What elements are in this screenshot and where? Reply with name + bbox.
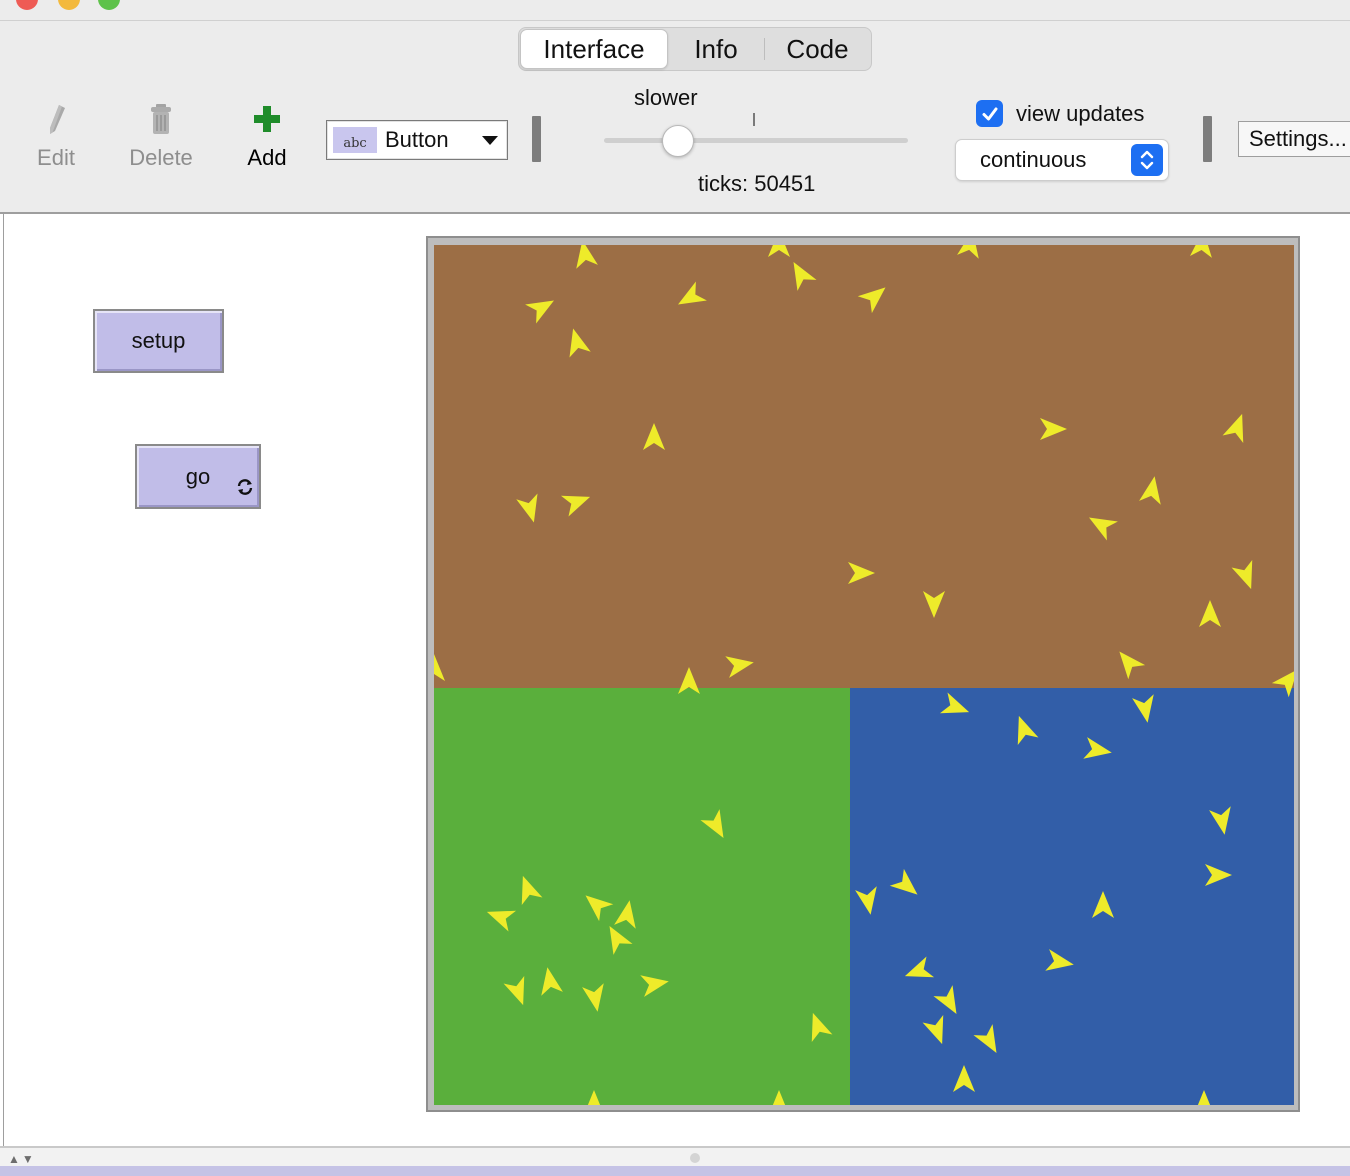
plus-icon (222, 101, 312, 137)
toolbar-separator (532, 116, 541, 162)
tab-code[interactable]: Code (765, 29, 870, 69)
split-arrows-icon[interactable]: ▲▼ (8, 1152, 36, 1166)
command-center-strip (0, 1166, 1350, 1176)
speed-slider-center-tick (753, 113, 755, 126)
widget-type-value: Button (385, 127, 449, 152)
select-stepper-icon (1131, 144, 1163, 176)
edit-label: Edit (37, 145, 75, 170)
green-region (434, 688, 850, 1105)
widget-type-dropdown[interactable]: abc Button (326, 120, 508, 160)
add-button[interactable]: Add (222, 101, 312, 171)
minimize-window-button[interactable] (58, 0, 80, 10)
toolbar: Interface Info Code Edit Delete Add abc … (0, 21, 1350, 214)
button-widget-icon: abc (333, 127, 377, 153)
go-button-label: go (185, 463, 211, 489)
delete-button[interactable]: Delete (116, 101, 206, 171)
brown-region (434, 245, 1294, 688)
blue-region (850, 688, 1294, 1105)
view-updates-label: view updates (1016, 101, 1145, 126)
speed-slider-thumb[interactable] (661, 125, 694, 157)
go-button[interactable]: go (135, 444, 261, 509)
setup-button-label: setup (131, 328, 186, 353)
resize-handle[interactable] (690, 1153, 700, 1163)
delete-label: Delete (129, 145, 193, 170)
forever-loop-icon (237, 475, 253, 501)
tab-bar: Interface Info Code (518, 27, 872, 71)
toolbar-separator (1203, 116, 1212, 162)
window-title-bar (0, 0, 1350, 21)
view-updates-checkbox[interactable] (976, 100, 1003, 127)
edit-button[interactable]: Edit (11, 101, 101, 171)
command-center-divider[interactable]: ▲▼ (0, 1146, 1350, 1166)
dropdown-arrow-icon (482, 135, 498, 145)
close-window-button[interactable] (16, 0, 38, 10)
setup-button[interactable]: setup (93, 309, 224, 373)
speed-slider-label: slower (634, 85, 698, 110)
tab-info[interactable]: Info (668, 29, 764, 69)
update-mode-select[interactable]: continuous (955, 139, 1169, 181)
pencil-icon (11, 101, 101, 137)
add-label: Add (247, 145, 287, 170)
world-view[interactable] (426, 236, 1300, 1112)
update-mode-value: continuous (980, 147, 1087, 172)
world-canvas[interactable] (434, 245, 1294, 1105)
settings-button[interactable]: Settings... (1238, 121, 1350, 157)
trash-icon (116, 101, 206, 137)
speed-slider-track[interactable] (604, 138, 908, 143)
zoom-window-button[interactable] (98, 0, 120, 10)
checkmark-icon (982, 107, 997, 120)
ticks-counter: ticks: 50451 (698, 171, 816, 196)
tab-interface[interactable]: Interface (520, 29, 668, 69)
